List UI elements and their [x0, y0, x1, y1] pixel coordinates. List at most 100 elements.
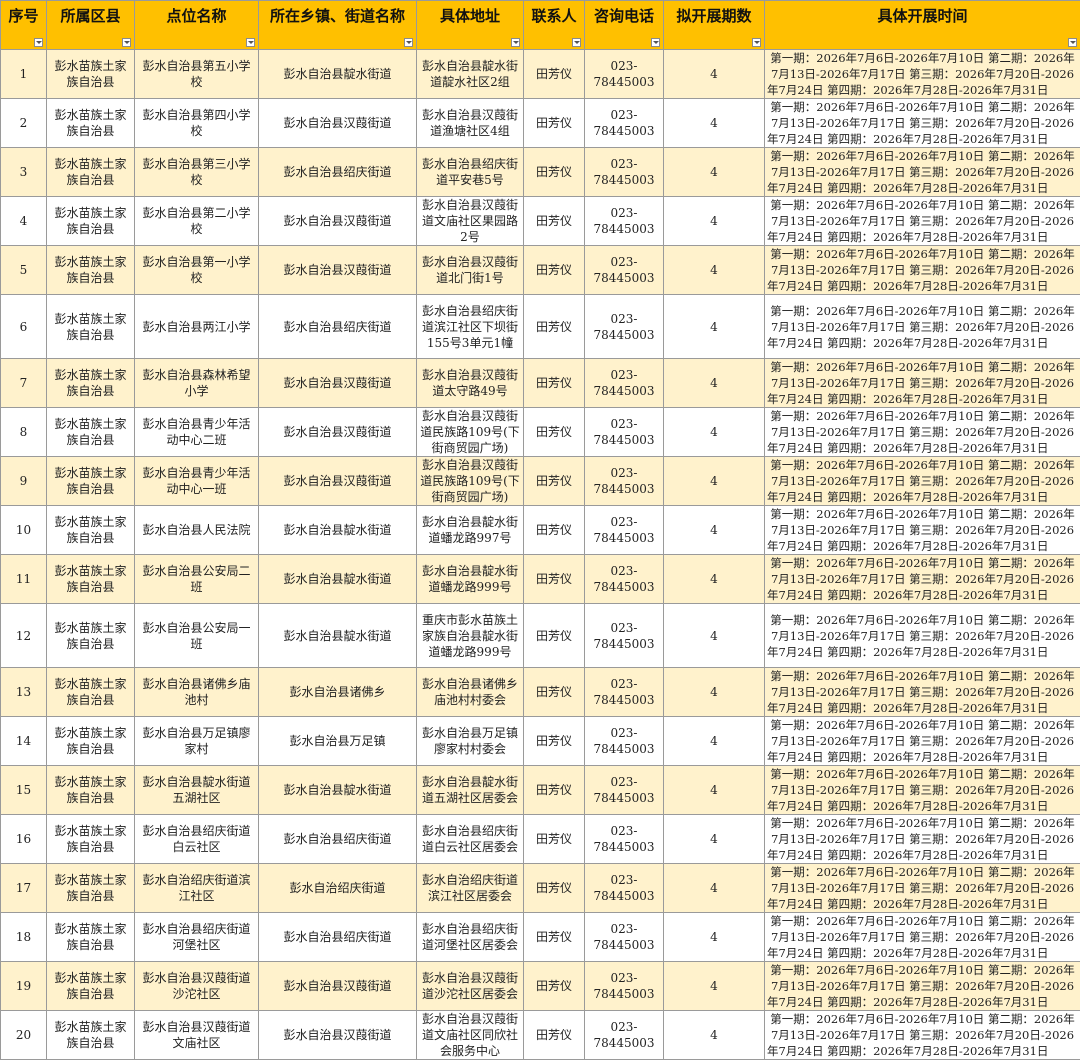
cell-address[interactable]: 彭水自治县靛水街道蟠龙路999号 — [417, 555, 524, 604]
cell-contact[interactable]: 田芳仪 — [524, 962, 585, 1011]
cell-phone[interactable]: 023-78445003 — [585, 1011, 664, 1060]
cell-seq[interactable]: 6 — [1, 295, 47, 359]
cell-address[interactable]: 彭水自治县靛水街道五湖社区居委会 — [417, 766, 524, 815]
cell-street[interactable]: 彭水自治县汉葭街道 — [259, 246, 417, 295]
cell-periods[interactable]: 4 — [664, 668, 765, 717]
cell-schedule[interactable]: 第一期：2026年7月6日-2026年7月10日 第二期：2026年7月13日-… — [765, 197, 1080, 246]
cell-site[interactable]: 彭水自治县青少年活动中心一班 — [135, 457, 259, 506]
cell-phone[interactable]: 023-78445003 — [585, 246, 664, 295]
cell-county[interactable]: 彭水苗族土家族自治县 — [47, 717, 135, 766]
cell-street[interactable]: 彭水自治县汉葭街道 — [259, 962, 417, 1011]
cell-seq[interactable]: 16 — [1, 815, 47, 864]
cell-schedule[interactable]: 第一期：2026年7月6日-2026年7月10日 第二期：2026年7月13日-… — [765, 246, 1080, 295]
cell-contact[interactable]: 田芳仪 — [524, 717, 585, 766]
cell-schedule[interactable]: 第一期：2026年7月6日-2026年7月10日 第二期：2026年7月13日-… — [765, 962, 1080, 1011]
cell-contact[interactable]: 田芳仪 — [524, 246, 585, 295]
cell-street[interactable]: 彭水自治县靛水街道 — [259, 555, 417, 604]
cell-phone[interactable]: 023-78445003 — [585, 408, 664, 457]
filter-dropdown-icon[interactable] — [34, 38, 43, 47]
cell-schedule[interactable]: 第一期：2026年7月6日-2026年7月10日 第二期：2026年7月13日-… — [765, 359, 1080, 408]
cell-contact[interactable]: 田芳仪 — [524, 295, 585, 359]
cell-schedule[interactable]: 第一期：2026年7月6日-2026年7月10日 第二期：2026年7月13日-… — [765, 815, 1080, 864]
cell-address[interactable]: 彭水自治县汉葭街道民族路109号(下街商贸园广场) — [417, 457, 524, 506]
cell-county[interactable]: 彭水苗族土家族自治县 — [47, 506, 135, 555]
cell-address[interactable]: 彭水自治县绍庆街道平安巷5号 — [417, 148, 524, 197]
cell-schedule[interactable]: 第一期：2026年7月6日-2026年7月10日 第二期：2026年7月13日-… — [765, 457, 1080, 506]
cell-contact[interactable]: 田芳仪 — [524, 408, 585, 457]
cell-county[interactable]: 彭水苗族土家族自治县 — [47, 962, 135, 1011]
cell-street[interactable]: 彭水自治县靛水街道 — [259, 766, 417, 815]
cell-street[interactable]: 彭水自治县汉葭街道 — [259, 197, 417, 246]
cell-phone[interactable]: 023-78445003 — [585, 766, 664, 815]
cell-periods[interactable]: 4 — [664, 815, 765, 864]
cell-seq[interactable]: 11 — [1, 555, 47, 604]
cell-street[interactable]: 彭水自治县靛水街道 — [259, 604, 417, 668]
cell-phone[interactable]: 023-78445003 — [585, 197, 664, 246]
cell-contact[interactable]: 田芳仪 — [524, 457, 585, 506]
cell-site[interactable]: 彭水自治县绍庆街道白云社区 — [135, 815, 259, 864]
cell-address[interactable]: 彭水自治县诸佛乡庙池村村委会 — [417, 668, 524, 717]
cell-periods[interactable]: 4 — [664, 717, 765, 766]
cell-phone[interactable]: 023-78445003 — [585, 668, 664, 717]
cell-schedule[interactable]: 第一期：2026年7月6日-2026年7月10日 第二期：2026年7月13日-… — [765, 604, 1080, 668]
cell-address[interactable]: 彭水自治县靛水街道蟠龙路997号 — [417, 506, 524, 555]
cell-address[interactable]: 彭水自治县绍庆街道滨江社区下坝街155号3单元1幢 — [417, 295, 524, 359]
cell-street[interactable]: 彭水自治县绍庆街道 — [259, 815, 417, 864]
cell-address[interactable]: 彭水自治县绍庆街道白云社区居委会 — [417, 815, 524, 864]
cell-street[interactable]: 彭水自治县绍庆街道 — [259, 295, 417, 359]
cell-schedule[interactable]: 第一期：2026年7月6日-2026年7月10日 第二期：2026年7月13日-… — [765, 555, 1080, 604]
cell-seq[interactable]: 15 — [1, 766, 47, 815]
cell-site[interactable]: 彭水自治县第四小学校 — [135, 99, 259, 148]
cell-seq[interactable]: 7 — [1, 359, 47, 408]
cell-phone[interactable]: 023-78445003 — [585, 555, 664, 604]
cell-county[interactable]: 彭水苗族土家族自治县 — [47, 246, 135, 295]
cell-site[interactable]: 彭水自治县汉葭街道文庙社区 — [135, 1011, 259, 1060]
cell-street[interactable]: 彭水自治县汉葭街道 — [259, 359, 417, 408]
cell-phone[interactable]: 023-78445003 — [585, 717, 664, 766]
cell-periods[interactable]: 4 — [664, 604, 765, 668]
cell-site[interactable]: 彭水自治县第一小学校 — [135, 246, 259, 295]
cell-street[interactable]: 彭水自治县万足镇 — [259, 717, 417, 766]
cell-address[interactable]: 彭水自治县汉葭街道民族路109号(下街商贸园广场) — [417, 408, 524, 457]
cell-phone[interactable]: 023-78445003 — [585, 962, 664, 1011]
filter-dropdown-icon[interactable] — [572, 38, 581, 47]
cell-seq[interactable]: 14 — [1, 717, 47, 766]
cell-county[interactable]: 彭水苗族土家族自治县 — [47, 148, 135, 197]
cell-county[interactable]: 彭水苗族土家族自治县 — [47, 1011, 135, 1060]
cell-site[interactable]: 彭水自治县青少年活动中心二班 — [135, 408, 259, 457]
cell-contact[interactable]: 田芳仪 — [524, 197, 585, 246]
cell-phone[interactable]: 023-78445003 — [585, 506, 664, 555]
cell-contact[interactable]: 田芳仪 — [524, 913, 585, 962]
cell-contact[interactable]: 田芳仪 — [524, 766, 585, 815]
cell-street[interactable]: 彭水自治县绍庆街道 — [259, 913, 417, 962]
cell-street[interactable]: 彭水自治绍庆街道 — [259, 864, 417, 913]
cell-seq[interactable]: 20 — [1, 1011, 47, 1060]
filter-dropdown-icon[interactable] — [651, 38, 660, 47]
cell-site[interactable]: 彭水自治绍庆街道滨江社区 — [135, 864, 259, 913]
cell-schedule[interactable]: 第一期：2026年7月6日-2026年7月10日 第二期：2026年7月13日-… — [765, 913, 1080, 962]
cell-phone[interactable]: 023-78445003 — [585, 99, 664, 148]
cell-address[interactable]: 彭水自治县靛水街道靛水社区2组 — [417, 50, 524, 99]
cell-periods[interactable]: 4 — [664, 246, 765, 295]
cell-schedule[interactable]: 第一期：2026年7月6日-2026年7月10日 第二期：2026年7月13日-… — [765, 717, 1080, 766]
cell-periods[interactable]: 4 — [664, 962, 765, 1011]
filter-dropdown-icon[interactable] — [122, 38, 131, 47]
cell-address[interactable]: 彭水自治县汉葭街道北门街1号 — [417, 246, 524, 295]
cell-site[interactable]: 彭水自治县诸佛乡庙池村 — [135, 668, 259, 717]
cell-county[interactable]: 彭水苗族土家族自治县 — [47, 555, 135, 604]
cell-seq[interactable]: 12 — [1, 604, 47, 668]
cell-street[interactable]: 彭水自治县靛水街道 — [259, 506, 417, 555]
filter-dropdown-icon[interactable] — [511, 38, 520, 47]
cell-address[interactable]: 彭水自治县汉葭街道渔塘社区4组 — [417, 99, 524, 148]
cell-street[interactable]: 彭水自治县汉葭街道 — [259, 99, 417, 148]
cell-county[interactable]: 彭水苗族土家族自治县 — [47, 50, 135, 99]
cell-site[interactable]: 彭水自治县第三小学校 — [135, 148, 259, 197]
cell-contact[interactable]: 田芳仪 — [524, 668, 585, 717]
cell-periods[interactable]: 4 — [664, 555, 765, 604]
cell-address[interactable]: 彭水自治县汉葭街道沙沱社区居委会 — [417, 962, 524, 1011]
cell-seq[interactable]: 5 — [1, 246, 47, 295]
cell-schedule[interactable]: 第一期：2026年7月6日-2026年7月10日 第二期：2026年7月13日-… — [765, 50, 1080, 99]
cell-seq[interactable]: 1 — [1, 50, 47, 99]
cell-contact[interactable]: 田芳仪 — [524, 555, 585, 604]
cell-periods[interactable]: 4 — [664, 359, 765, 408]
